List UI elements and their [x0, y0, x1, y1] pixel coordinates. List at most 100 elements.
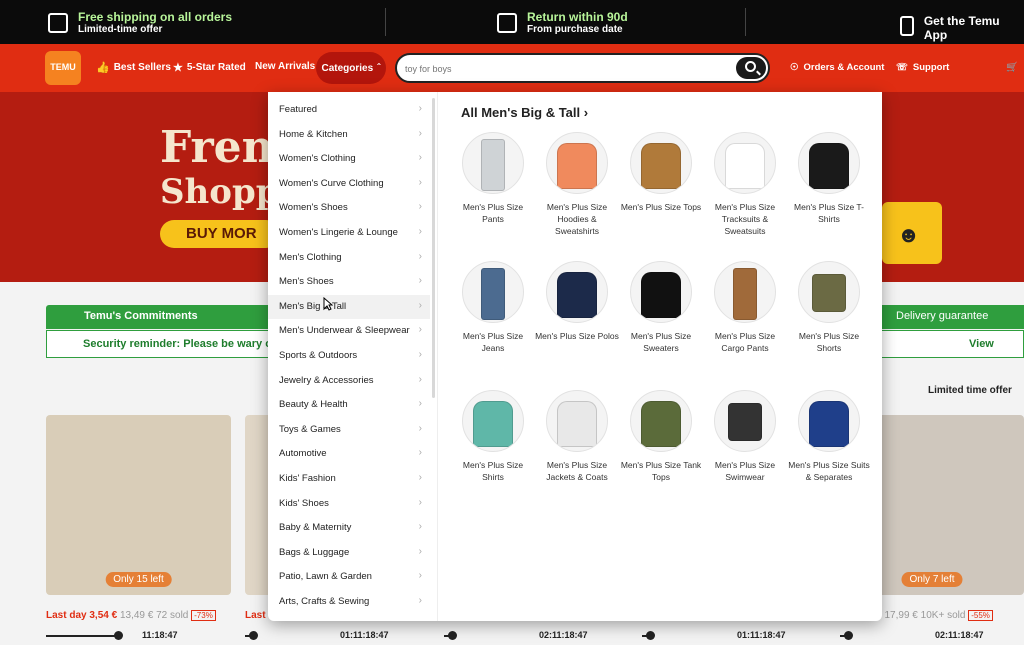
category-item[interactable]: Sports & Outdoors ›: [268, 344, 430, 368]
subcategory-label: Men's Plus Size Tracksuits & Sweatsuits: [714, 202, 776, 236]
nav-five-star-rated[interactable]: ★ 5-Star Rated: [173, 61, 246, 74]
product-card[interactable]: Only 15 left: [46, 415, 231, 595]
cart-icon[interactable]: 🛒: [1006, 62, 1018, 73]
hero-title-line1: Fren: [160, 122, 274, 173]
subcategory-item[interactable]: Men's Plus Size Suits & Separates: [787, 390, 871, 483]
subcategory-item[interactable]: Men's Plus Size Polos: [535, 261, 619, 342]
subcategory-item[interactable]: Men's Plus Size Tracksuits & Sweatsuits: [703, 132, 787, 237]
subcategory-label: Men's Plus Size Swimwear: [714, 460, 776, 482]
category-item[interactable]: Toys & Games ›: [268, 418, 430, 442]
subcategory-label: Men's Plus Size Jackets & Coats: [546, 460, 608, 482]
categories-button[interactable]: Categories ˆ: [316, 52, 386, 84]
category-item[interactable]: Beauty & Health ›: [268, 393, 430, 417]
category-item[interactable]: Kids' Fashion ›: [268, 467, 430, 491]
search-bar: [395, 53, 770, 83]
price-old: 17,99 €: [884, 610, 918, 621]
subcategory-item[interactable]: Men's Plus Size Shorts: [787, 261, 871, 354]
get-app-label: Get the Temu App: [923, 14, 1000, 42]
category-item[interactable]: Women's Shoes ›: [268, 196, 430, 220]
subcategory-panel-title[interactable]: All Men's Big & Tall ›: [461, 105, 588, 120]
category-item[interactable]: Women's Clothing ›: [268, 147, 430, 171]
countdown-timer: 02:11:18:47: [444, 630, 619, 642]
chevron-right-icon: ›: [418, 373, 422, 385]
subcategory-item[interactable]: Men's Plus Size T-Shirts: [787, 132, 871, 225]
category-item[interactable]: Men's Shoes ›: [268, 270, 430, 294]
timer-text: 01:11:18:47: [737, 630, 786, 640]
return-icon: [497, 12, 517, 33]
nav-best-sellers[interactable]: 👍 Best Sellers: [96, 61, 171, 74]
category-item[interactable]: Women's Curve Clothing ›: [268, 172, 430, 196]
subcategory-item[interactable]: Men's Plus Size Cargo Pants: [703, 261, 787, 354]
chevron-right-icon: ›: [418, 422, 422, 434]
tshirt-icon: [798, 132, 860, 194]
shipping-title: Free shipping on all orders: [78, 10, 233, 24]
category-label: Women's Clothing: [279, 153, 356, 165]
user-icon: ☉: [790, 62, 799, 73]
support-label: Support: [912, 62, 950, 73]
price-pct: -73%: [191, 610, 216, 621]
category-item[interactable]: Featured ›: [268, 98, 430, 122]
category-item[interactable]: Arts, Crafts & Sewing ›: [268, 590, 430, 614]
chevron-right-icon: ›: [418, 299, 422, 311]
subcategory-item[interactable]: Men's Plus Size Tank Tops: [619, 390, 703, 483]
orders-account-link[interactable]: ☉ Orders & Account: [790, 62, 884, 73]
category-label: Men's Big & Tall: [279, 300, 347, 312]
view-link[interactable]: View: [880, 330, 1024, 358]
category-item[interactable]: Home & Kitchen ›: [268, 123, 430, 147]
chevron-right-icon: ›: [418, 398, 422, 410]
chevron-right-icon: ›: [418, 201, 422, 213]
temu-logo[interactable]: TEMU: [45, 51, 81, 85]
category-item[interactable]: Kids' Shoes ›: [268, 492, 430, 516]
subcategory-item[interactable]: Men's Plus Size Jackets & Coats: [535, 390, 619, 483]
delivery-guarantee[interactable]: Delivery guarantee: [870, 305, 1024, 329]
return-promo[interactable]: Return within 90d From purchase date: [497, 10, 628, 35]
category-item[interactable]: Bags & Luggage ›: [268, 541, 430, 565]
price-sold: 72 sold: [156, 610, 189, 621]
shirt-icon: [462, 390, 524, 452]
category-label: Men's Clothing: [279, 251, 342, 263]
search-input[interactable]: [405, 61, 725, 77]
subcategory-item[interactable]: Men's Plus Size Swimwear: [703, 390, 787, 483]
subcategory-item[interactable]: Men's Plus Size Pants: [451, 132, 535, 225]
category-item[interactable]: Women's Lingerie & Lounge ›: [268, 221, 430, 245]
category-item[interactable]: Men's Clothing ›: [268, 246, 430, 270]
chevron-right-icon: ›: [418, 127, 422, 139]
subcategory-item[interactable]: Men's Plus Size Jeans: [451, 261, 535, 354]
category-item[interactable]: Baby & Maternity ›: [268, 516, 430, 540]
free-shipping-promo[interactable]: Free shipping on all orders Limited-time…: [48, 10, 232, 35]
nav-new-arrivals[interactable]: New Arrivals: [255, 61, 315, 72]
jacket-icon: [546, 390, 608, 452]
category-label: Toys & Games: [279, 423, 341, 435]
get-app-promo[interactable]: Get the Temu App: [900, 10, 1024, 42]
categories-label: Categories: [321, 62, 374, 74]
chevron-right-icon: ›: [418, 152, 422, 164]
subcategory-item[interactable]: Men's Plus Size Hoodies & Sweatshirts: [535, 132, 619, 237]
header: TEMU 👍 Best Sellers ★ 5-Star Rated New A…: [0, 44, 1024, 92]
support-link[interactable]: ☏ Support: [896, 62, 949, 73]
category-item[interactable]: Men's Underwear & Sleepwear ›: [268, 319, 430, 343]
return-title: Return within 90d: [527, 10, 628, 24]
security-reminder[interactable]: Security reminder: Please be wary o: [46, 330, 286, 358]
mouse-cursor-icon: [323, 297, 333, 311]
chevron-right-icon: ›: [583, 105, 589, 120]
clock-icon: [448, 631, 457, 640]
subcategory-item[interactable]: Men's Plus Size Sweaters: [619, 261, 703, 354]
subcategory-item[interactable]: Men's Plus Size Tops: [619, 132, 703, 213]
search-button[interactable]: [736, 57, 766, 79]
chevron-right-icon: ›: [418, 472, 422, 483]
category-item[interactable]: Men's Big & Tall ›: [268, 294, 430, 319]
chevron-right-icon: ›: [418, 570, 422, 582]
subcategory-item[interactable]: Men's Plus Size Shirts: [451, 390, 535, 483]
category-item[interactable]: Automotive ›: [268, 442, 430, 466]
category-menu: Featured › Home & Kitchen › Women's Clothing…: [268, 92, 438, 621]
thumbs-up-icon: 👍: [96, 62, 110, 74]
shorts-icon: [798, 261, 860, 323]
buy-more-button[interactable]: BUY MOR: [160, 220, 280, 248]
menu-scrollbar[interactable]: [432, 98, 435, 398]
limited-time-offer-link[interactable]: Limited time offer: [928, 385, 1012, 396]
category-item[interactable]: Jewelry & Accessories ›: [268, 369, 430, 393]
chevron-right-icon: ›: [418, 324, 422, 336]
stock-badge: Only 7 left: [901, 572, 963, 587]
divider: [385, 8, 386, 36]
category-item[interactable]: Patio, Lawn & Garden ›: [268, 565, 430, 589]
